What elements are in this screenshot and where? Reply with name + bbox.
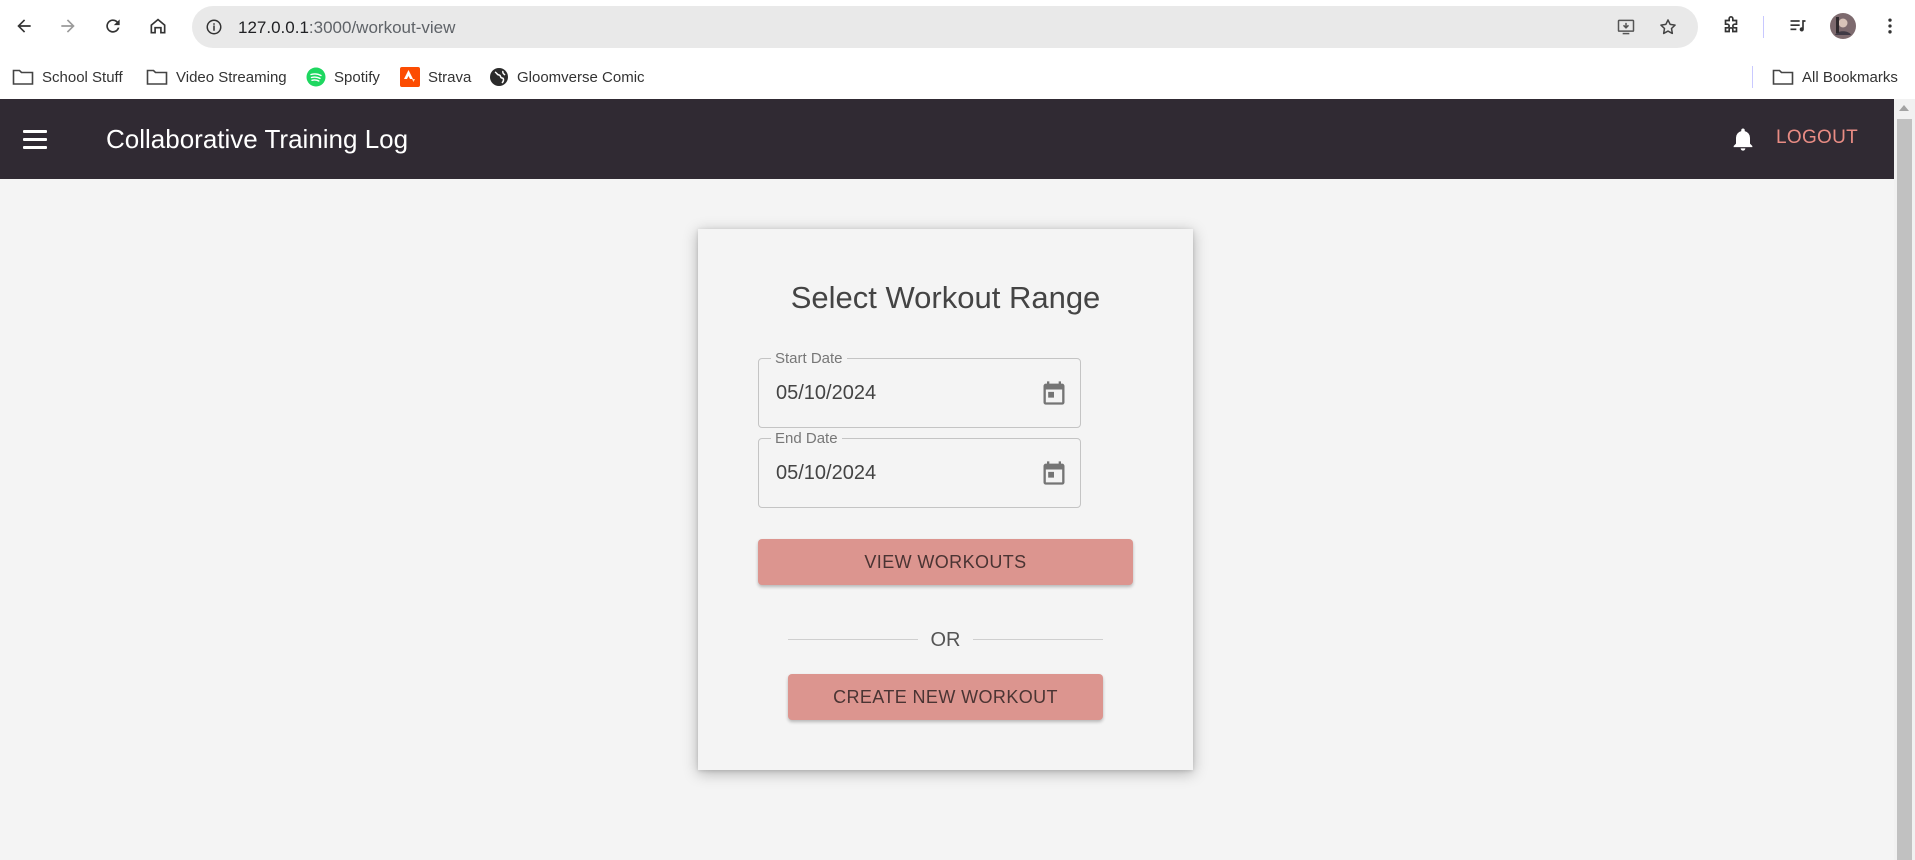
- bookmark-gloomverse-comic[interactable]: Gloomverse Comic: [489, 65, 645, 89]
- calendar-icon[interactable]: [1040, 379, 1068, 407]
- home-button[interactable]: [144, 12, 172, 40]
- notifications-bell-icon[interactable]: [1729, 125, 1757, 153]
- browser-menu-button[interactable]: [1876, 12, 1904, 40]
- queue-music-icon: [1790, 20, 1806, 32]
- bookmark-label: Spotify: [334, 68, 380, 86]
- extensions-button[interactable]: [1717, 12, 1745, 40]
- scrollbar-thumb[interactable]: [1897, 119, 1912, 860]
- back-button[interactable]: [10, 12, 38, 40]
- bookmark-label: Gloomverse Comic: [517, 68, 645, 86]
- toolbar-separator: [1763, 16, 1764, 38]
- page-scrollbar[interactable]: [1894, 99, 1915, 860]
- bookmark-star-icon[interactable]: [1654, 13, 1682, 41]
- create-new-workout-button[interactable]: CREATE NEW WORKOUT: [788, 674, 1103, 720]
- card-title: Select Workout Range: [790, 280, 1101, 315]
- kebab-menu-icon: [1888, 18, 1892, 34]
- folder-icon: [146, 69, 168, 85]
- end-date-field[interactable]: End Date 05/10/2024: [758, 430, 1081, 508]
- scroll-up-arrow-icon[interactable]: [1899, 105, 1909, 111]
- or-text: OR: [930, 629, 961, 651]
- start-date-value[interactable]: 05/10/2024: [776, 382, 876, 405]
- main-content: Select Workout Range Start Date 05/10/20…: [0, 179, 1894, 860]
- spotify-icon: [306, 67, 326, 87]
- avatar-icon: [1830, 13, 1856, 39]
- browser-toolbar: 127.0.0.1:3000/workout-view: [0, 0, 1915, 54]
- bookmark-school-stuff[interactable]: School Stuff: [12, 65, 123, 89]
- end-date-label: End Date: [771, 430, 842, 447]
- reload-icon: [106, 19, 120, 33]
- all-bookmarks-label: All Bookmarks: [1802, 68, 1898, 86]
- workout-range-card: Select Workout Range Start Date 05/10/20…: [698, 229, 1193, 770]
- hamburger-menu-icon[interactable]: [20, 124, 52, 154]
- start-date-label: Start Date: [771, 350, 847, 367]
- url-text[interactable]: 127.0.0.1:3000/workout-view: [238, 18, 455, 38]
- forward-button[interactable]: [54, 12, 82, 40]
- folder-icon: [12, 69, 34, 85]
- media-control-button[interactable]: [1784, 12, 1812, 40]
- profile-avatar[interactable]: [1829, 12, 1857, 40]
- folder-icon: [1772, 69, 1794, 85]
- bookmark-label: School Stuff: [42, 68, 123, 86]
- address-bar[interactable]: 127.0.0.1:3000/workout-view: [192, 6, 1698, 48]
- or-divider: OR: [788, 629, 1103, 651]
- home-icon: [150, 18, 166, 34]
- bookmark-spotify[interactable]: Spotify: [306, 65, 380, 89]
- start-date-field[interactable]: Start Date 05/10/2024: [758, 350, 1081, 428]
- all-bookmarks[interactable]: All Bookmarks: [1772, 65, 1898, 89]
- bookmark-label: Video Streaming: [176, 68, 287, 86]
- view-workouts-button[interactable]: VIEW WORKOUTS: [758, 539, 1133, 585]
- bookmark-strava[interactable]: Strava: [400, 65, 471, 89]
- app-title: Collaborative Training Log: [106, 124, 409, 154]
- bookmarks-separator: [1752, 66, 1753, 88]
- puzzle-icon: [1724, 16, 1738, 33]
- globe-icon: [490, 68, 508, 86]
- bookmark-video-streaming[interactable]: Video Streaming: [146, 65, 287, 89]
- install-app-icon[interactable]: [1612, 13, 1640, 41]
- back-arrow-icon: [17, 19, 31, 33]
- reload-button[interactable]: [99, 12, 127, 40]
- strava-icon: [400, 67, 420, 87]
- end-date-value[interactable]: 05/10/2024: [776, 462, 876, 485]
- bookmark-label: Strava: [428, 68, 472, 86]
- bookmarks-bar: School Stuff Video Streaming Spotify Str…: [0, 54, 1915, 99]
- app-header: Collaborative Training Log LOGOUT: [0, 99, 1894, 179]
- logout-button[interactable]: LOGOUT: [1776, 127, 1858, 149]
- divider-line: [973, 639, 1103, 640]
- forward-arrow-icon: [61, 19, 75, 33]
- site-info-icon[interactable]: [200, 13, 228, 41]
- calendar-icon[interactable]: [1040, 459, 1068, 487]
